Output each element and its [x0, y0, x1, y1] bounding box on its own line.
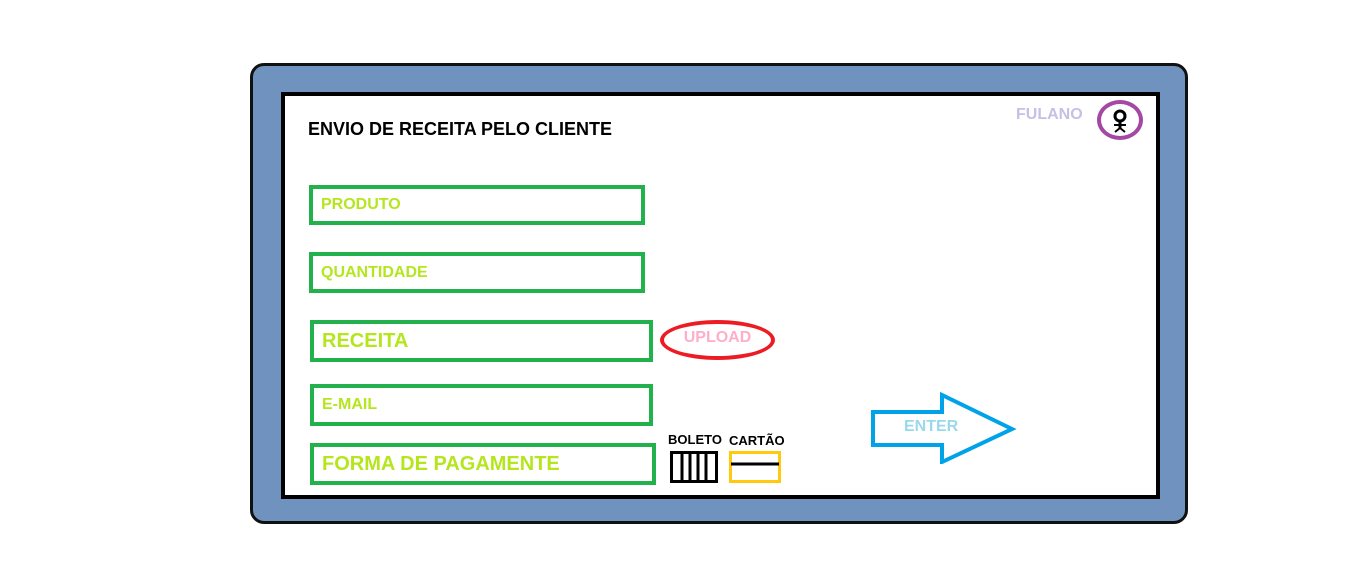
- page-title: ENVIO DE RECEITA PELO CLIENTE: [308, 119, 613, 139]
- produto-field[interactable]: PRODUTO: [309, 185, 645, 225]
- username-label: FULANO: [1016, 106, 1083, 123]
- forma-pagamento-field[interactable]: FORMA DE PAGAMENTE: [310, 443, 656, 485]
- receita-field[interactable]: RECEITA: [310, 320, 653, 362]
- email-field[interactable]: E-MAIL: [310, 384, 653, 426]
- barcode-icon[interactable]: [670, 451, 718, 488]
- enter-label: ENTER: [904, 418, 959, 435]
- quantidade-field[interactable]: QUANTIDADE: [309, 252, 645, 293]
- cartao-label: CARTÃO: [729, 433, 785, 448]
- upload-button[interactable]: UPLOAD: [660, 320, 775, 360]
- enter-button[interactable]: ENTER: [870, 392, 1016, 464]
- person-icon: [1113, 109, 1127, 133]
- card-icon[interactable]: [729, 451, 781, 488]
- boleto-label: BOLETO: [668, 432, 722, 447]
- user-avatar-icon[interactable]: [1097, 100, 1143, 140]
